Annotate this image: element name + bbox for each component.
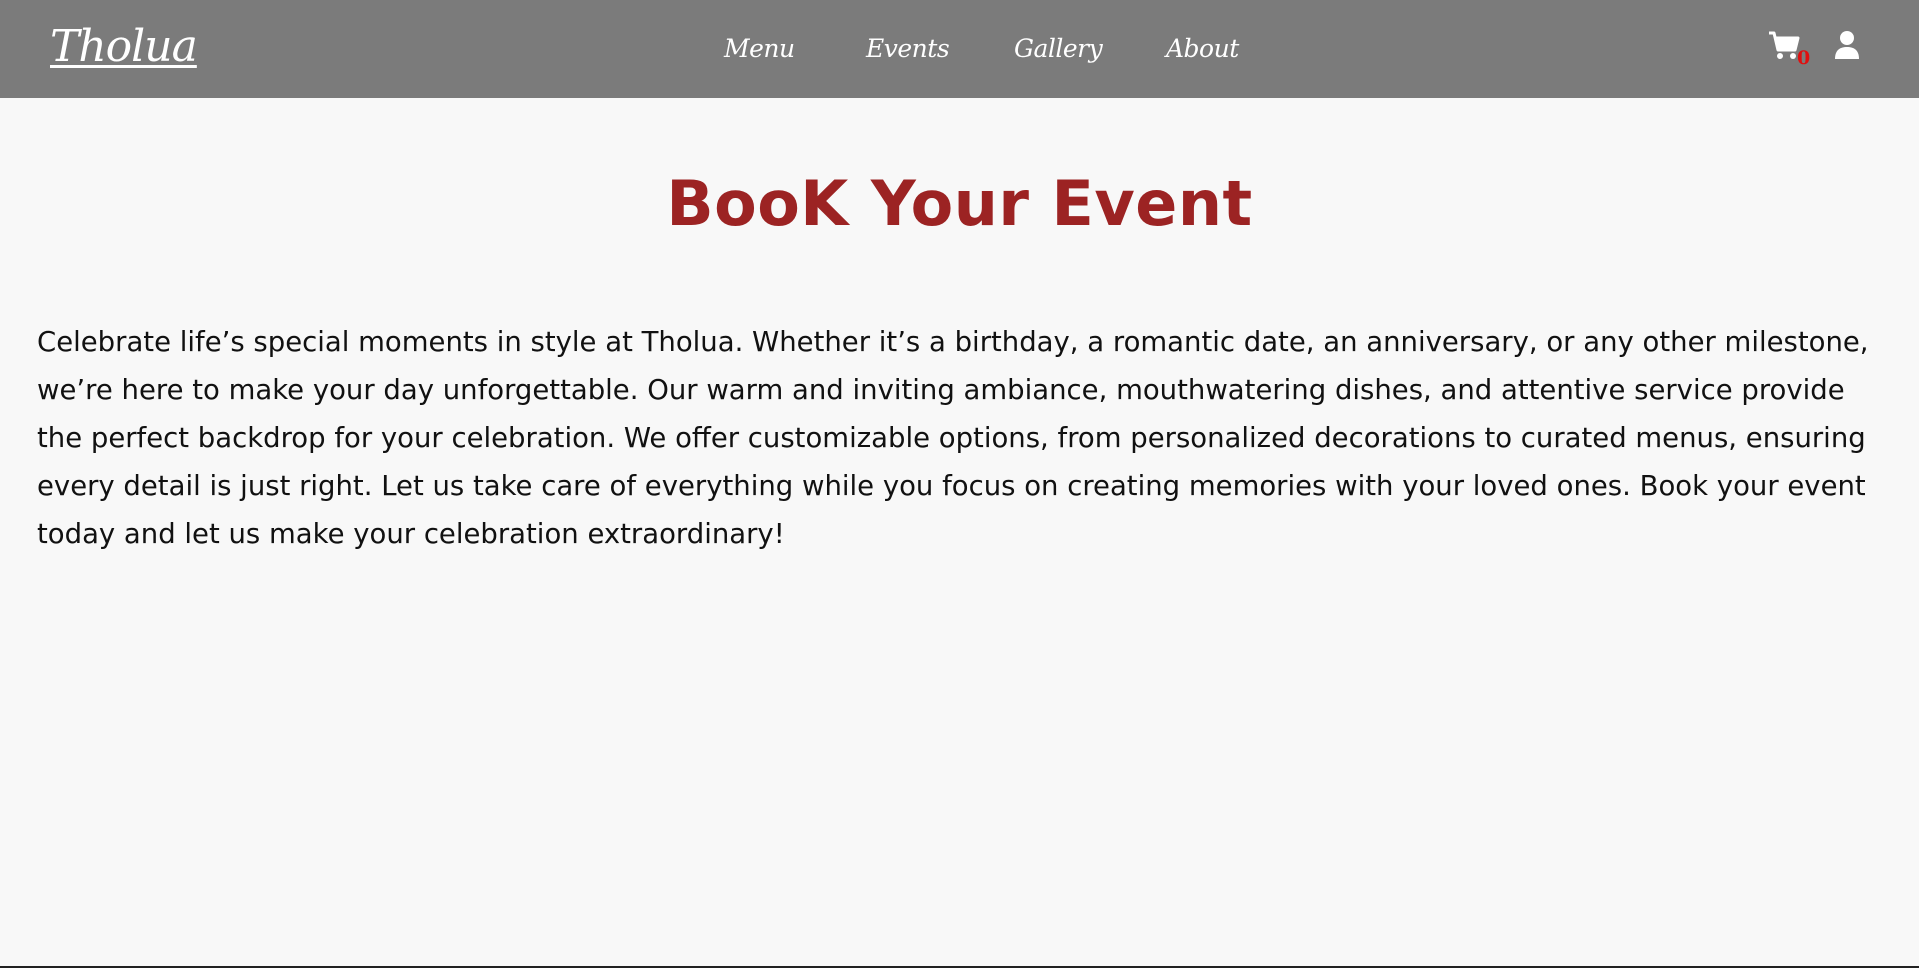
user-account-button[interactable] bbox=[1834, 30, 1860, 60]
cart-icon bbox=[1769, 31, 1800, 59]
cart-count-badge: 0 bbox=[1797, 47, 1811, 69]
nav-link-menu[interactable]: Menu bbox=[724, 34, 795, 63]
event-description: Celebrate life’s special moments in styl… bbox=[37, 326, 1869, 550]
page-title: BooK Your Event bbox=[666, 167, 1253, 240]
nav-link-about[interactable]: About bbox=[1166, 34, 1239, 63]
site-logo[interactable]: Tholua bbox=[50, 18, 198, 76]
top-navbar: Tholua Menu Events Gallery About 0 bbox=[0, 0, 1919, 98]
nav-link-gallery[interactable]: Gallery bbox=[1014, 34, 1103, 63]
cart-button[interactable]: 0 bbox=[1768, 30, 1812, 70]
nav-link-events[interactable]: Events bbox=[866, 34, 950, 63]
user-icon bbox=[1835, 31, 1859, 59]
